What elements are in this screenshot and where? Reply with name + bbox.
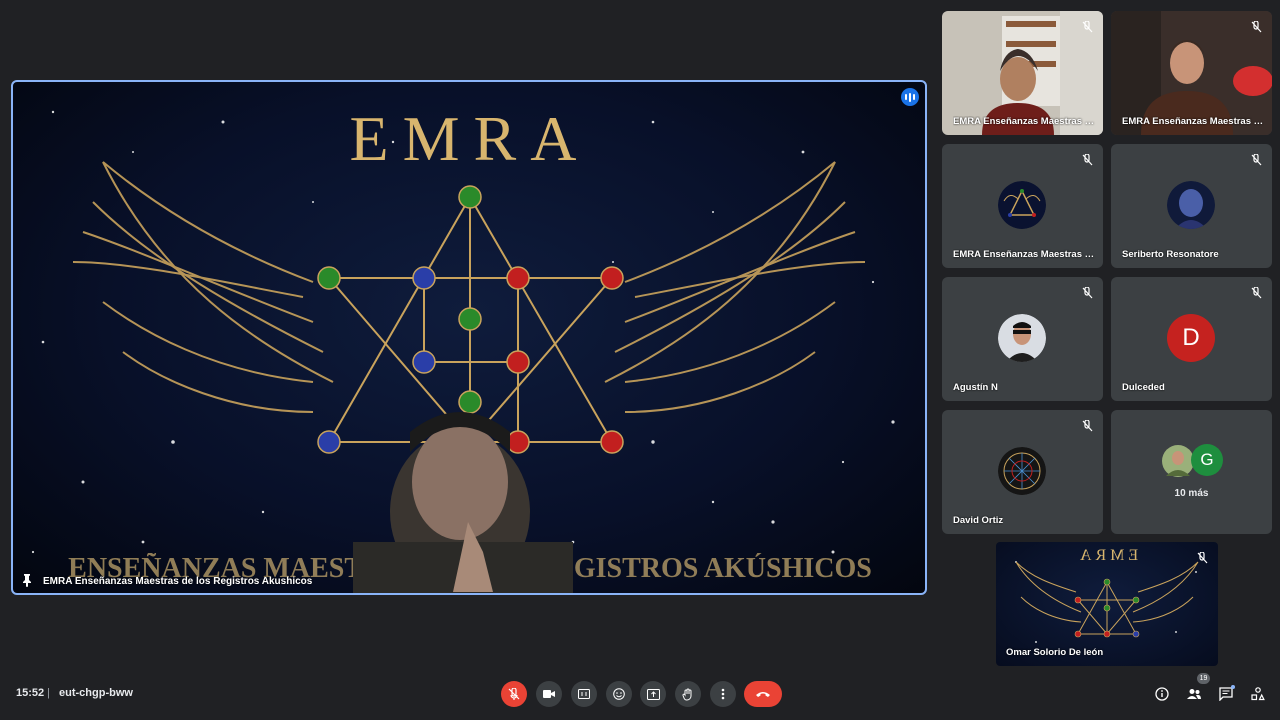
activities-button[interactable] [1249,685,1267,703]
info-icon [1155,687,1169,701]
present-icon [646,688,660,700]
emoji-reactions-button[interactable] [606,681,632,707]
avatar: D [1167,314,1215,362]
participant-tile[interactable]: D Dulceded [1111,277,1272,401]
participant-tile[interactable]: David Ortiz [942,410,1103,534]
mic-off-icon [1197,552,1208,564]
more-options-icon [721,688,725,700]
participant-name: EMRA Enseñanzas Maestras d... [953,249,1098,260]
notification-dot [1231,685,1235,689]
more-participants-tile[interactable]: G 10 más [1111,410,1272,534]
participant-name: EMRA Enseñanzas Maestras d... [953,116,1098,127]
participant-name: Agustín N [953,382,998,393]
more-participants-label: 10 más [1174,488,1209,499]
emra-logo-title: EMRA [350,103,591,174]
end-call-icon [756,692,770,697]
mic-toggle-button[interactable] [501,681,527,707]
camera-icon [543,690,555,698]
people-icon [1187,689,1201,699]
chat-icon [1219,687,1233,701]
raise-hand-icon [682,688,692,700]
meeting-code: eut-chgp-bww [59,687,133,699]
emra-logo-scene: EMRA ENSEÑANZAS MAESTRAS DE LOS REGISTRO… [31,103,895,593]
participant-tile[interactable]: EMRA Enseñanzas Maestras d... [942,11,1103,135]
mic-off-icon [1082,420,1093,432]
camera-toggle-button[interactable] [536,681,562,707]
pin-icon[interactable] [21,573,33,587]
avatar [998,181,1046,229]
activities-icon [1251,687,1265,701]
raise-hand-button[interactable] [675,681,701,707]
participant-name: David Ortiz [953,515,1004,526]
self-view-tile[interactable]: EMRA Omar Solorio De león [996,542,1218,666]
presenter-figure [353,412,573,593]
divider: | [47,687,50,699]
participant-tile[interactable]: EMRA Enseñanzas Maestras d... [942,144,1103,268]
self-view-name: Omar Solorio De león [1006,647,1104,658]
participant-tile[interactable]: Seriberto Resonatore [1111,144,1272,268]
participant-name: EMRA Enseñanzas Maestras d... [1122,116,1267,127]
emoji-icon [613,688,625,700]
main-video-tile[interactable]: EMRA ENSEÑANZAS MAESTRAS DE LOS REGISTRO… [11,80,927,595]
captions-button[interactable] [571,681,597,707]
participant-tile[interactable]: EMRA Enseñanzas Maestras d... [1111,11,1272,135]
chat-button[interactable] [1217,685,1235,703]
meeting-details-button[interactable] [1153,685,1171,703]
speaking-indicator-icon [901,88,919,106]
more-options-button[interactable] [710,681,736,707]
participant-tile[interactable]: Agustín N [942,277,1103,401]
mic-off-icon [1082,287,1093,299]
mic-off-icon [1251,287,1262,299]
participants-button[interactable] [1185,685,1203,703]
participant-name: Dulceded [1122,382,1165,393]
mic-off-icon [1251,154,1262,166]
avatar [1167,181,1215,229]
captions-icon [578,689,590,699]
main-presenter-name: EMRA Enseñanzas Maestras de los Registro… [43,576,313,587]
mic-off-icon [1082,154,1093,166]
avatar [998,314,1046,362]
present-screen-button[interactable] [640,681,666,707]
meeting-clock: 15:52 [16,687,45,699]
self-view-logo-title: EMRA [1076,547,1138,564]
avatar [998,447,1046,495]
mic-off-icon [1251,21,1262,33]
avatar [1162,445,1194,477]
mic-off-icon [508,688,520,700]
mic-off-icon [1082,21,1093,33]
end-call-button[interactable] [744,681,782,707]
participant-name: Seriberto Resonatore [1122,249,1219,260]
participants-count-badge: 19 [1197,673,1210,684]
avatar: G [1191,444,1223,476]
